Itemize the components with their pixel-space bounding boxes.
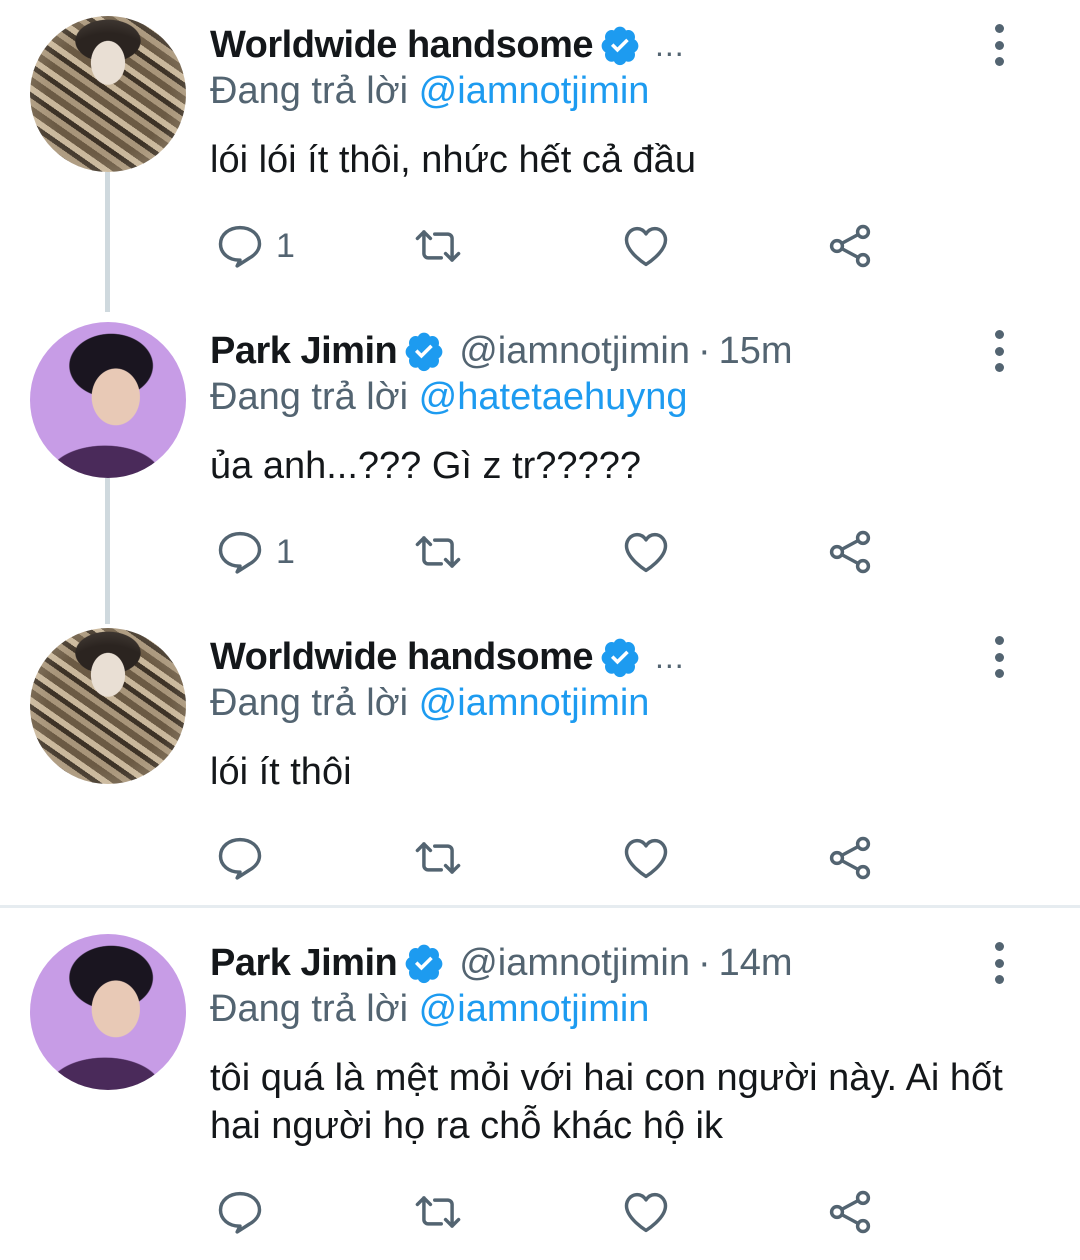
share-button[interactable]	[824, 1184, 876, 1240]
avatar[interactable]	[30, 16, 186, 172]
tweet-text: ủa anh...??? Gì z tr?????	[210, 445, 641, 487]
verified-badge-icon	[405, 332, 443, 372]
more-options-icon[interactable]	[984, 942, 1014, 984]
truncated-handle: ...	[655, 638, 685, 675]
share-icon	[829, 836, 871, 880]
reply-count: 1	[276, 226, 295, 265]
separator-dot: ·	[697, 941, 711, 984]
share-icon	[829, 530, 871, 574]
like-icon	[624, 838, 668, 879]
share-button[interactable]	[824, 524, 876, 580]
retweet-button[interactable]	[412, 830, 464, 886]
verified-badge-icon	[601, 26, 639, 66]
tweet[interactable]: Park Jimin @iamnotjimin · 15m Đang trả l…	[0, 306, 1080, 624]
more-options-icon[interactable]	[984, 636, 1014, 678]
avatar[interactable]	[30, 322, 186, 478]
tweet[interactable]: Park Jimin @iamnotjimin · 14m Đang trả l…	[0, 918, 1080, 1260]
conversation-feed: Worldwide handsome ... Đang trả lời @iam…	[0, 0, 1080, 1260]
like-button[interactable]	[620, 830, 672, 886]
tweet-actions	[210, 1184, 890, 1240]
avatar[interactable]	[30, 628, 186, 784]
retweet-icon	[415, 230, 461, 262]
thread-line	[105, 172, 110, 312]
like-icon	[624, 532, 668, 573]
verified-badge-icon	[601, 638, 639, 678]
author-name[interactable]: Worldwide handsome	[210, 636, 594, 679]
retweet-icon	[415, 842, 461, 874]
retweet-icon	[415, 536, 461, 568]
share-icon	[829, 224, 871, 268]
author-name[interactable]: Park Jimin	[210, 330, 398, 373]
tweet-text: lói ít thôi	[210, 751, 352, 793]
reply-to-handle[interactable]: @iamnotjimin	[419, 988, 650, 1030]
share-button[interactable]	[824, 218, 876, 274]
section-divider	[0, 905, 1080, 908]
tweet[interactable]: Worldwide handsome ... Đang trả lời @iam…	[0, 612, 1080, 902]
replying-to-label: Đang trả lời	[210, 988, 409, 1030]
tweet-actions: 1	[210, 218, 890, 274]
replying-to: Đang trả lời @iamnotjimin	[210, 988, 649, 1031]
tweet[interactable]: Worldwide handsome ... Đang trả lời @iam…	[0, 0, 1080, 312]
reply-icon	[218, 225, 262, 268]
retweet-button[interactable]	[412, 524, 464, 580]
retweet-button[interactable]	[412, 218, 464, 274]
thread-line	[105, 478, 110, 624]
like-icon	[624, 226, 668, 267]
reply-button[interactable]: 1	[214, 524, 295, 580]
separator-dot: ·	[697, 329, 711, 372]
like-button[interactable]	[620, 1184, 672, 1240]
tweet-text: tôi quá là mệt mỏi với hai con người này…	[210, 1057, 1003, 1147]
reply-icon	[218, 1191, 262, 1234]
replying-to: Đang trả lời @hatetaehuyng	[210, 376, 688, 419]
more-options-icon[interactable]	[984, 24, 1014, 66]
replying-to-label: Đang trả lời	[210, 682, 409, 724]
author-name[interactable]: Worldwide handsome	[210, 24, 594, 67]
reply-to-handle[interactable]: @hatetaehuyng	[419, 376, 688, 418]
reply-to-handle[interactable]: @iamnotjimin	[419, 682, 650, 724]
like-icon	[624, 1192, 668, 1233]
reply-count: 1	[276, 532, 295, 571]
author-name[interactable]: Park Jimin	[210, 942, 398, 985]
tweet-text: lói lói ít thôi, nhức hết cả đầu	[210, 139, 696, 181]
timestamp[interactable]: 15m	[719, 330, 793, 373]
author-handle[interactable]: @iamnotjimin	[459, 942, 690, 985]
timestamp[interactable]: 14m	[719, 942, 793, 985]
author-handle[interactable]: @iamnotjimin	[459, 330, 690, 373]
replying-to: Đang trả lời @iamnotjimin	[210, 70, 649, 113]
share-icon	[829, 1190, 871, 1234]
truncated-handle: ...	[655, 26, 685, 63]
verified-badge-icon	[405, 944, 443, 984]
reply-button[interactable]: 1	[214, 218, 295, 274]
reply-icon	[218, 531, 262, 574]
like-button[interactable]	[620, 524, 672, 580]
reply-button[interactable]	[214, 830, 276, 886]
replying-to: Đang trả lời @iamnotjimin	[210, 682, 649, 725]
more-options-icon[interactable]	[984, 330, 1014, 372]
retweet-button[interactable]	[412, 1184, 464, 1240]
replying-to-label: Đang trả lời	[210, 70, 409, 112]
avatar[interactable]	[30, 934, 186, 1090]
share-button[interactable]	[824, 830, 876, 886]
tweet-actions	[210, 830, 890, 886]
like-button[interactable]	[620, 218, 672, 274]
reply-icon	[218, 837, 262, 880]
reply-button[interactable]	[214, 1184, 276, 1240]
replying-to-label: Đang trả lời	[210, 376, 409, 418]
tweet-actions: 1	[210, 524, 890, 580]
reply-to-handle[interactable]: @iamnotjimin	[419, 70, 650, 112]
retweet-icon	[415, 1196, 461, 1228]
